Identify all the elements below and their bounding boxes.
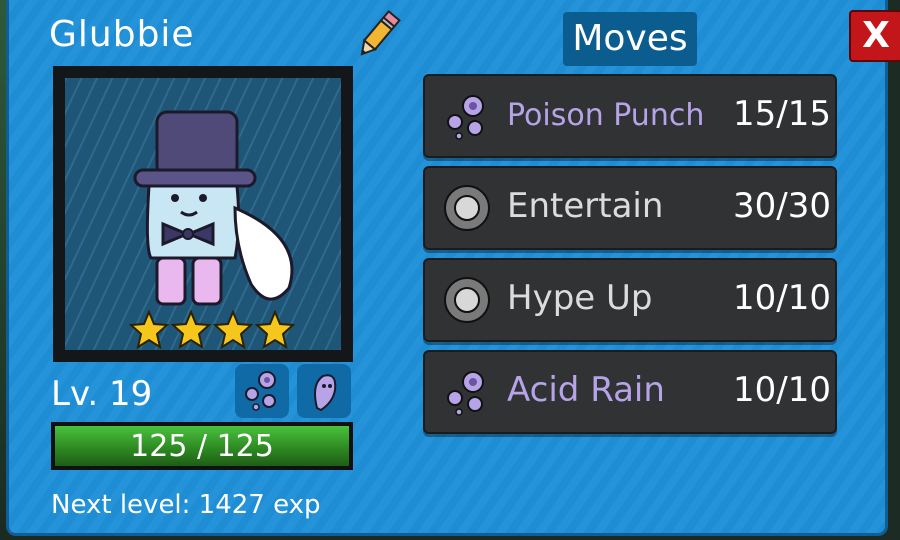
move-pp: 10/10 [733, 278, 831, 318]
star-icon [171, 310, 211, 350]
move-name: Hype Up [507, 278, 653, 318]
poison-type-badge[interactable] [235, 364, 289, 418]
move-name: Poison Punch [507, 98, 705, 133]
rename-pencil-icon[interactable] [351, 8, 405, 62]
move-slot-poison-punch[interactable]: Poison Punch 15/15 [423, 74, 837, 158]
level-label: Lv. 19 [51, 374, 153, 414]
move-pp: 15/15 [733, 94, 831, 134]
monster-portrait [53, 66, 353, 362]
normal-type-icon [444, 185, 490, 231]
ghost-type-badge[interactable] [297, 364, 351, 418]
monster-name: Glubbie [49, 14, 195, 55]
star-icon [129, 310, 169, 350]
move-slot-entertain[interactable]: Entertain 30/30 [423, 166, 837, 250]
star-rating [129, 310, 295, 350]
move-name: Acid Rain [507, 370, 665, 410]
monster-panel: Glubbie Lv. 19 125 / 125 Next level: 142… [6, 0, 900, 536]
hp-bar: 125 / 125 [51, 422, 353, 470]
move-slot-acid-rain[interactable]: Acid Rain 10/10 [423, 350, 837, 434]
ghost-type-icon [314, 374, 337, 412]
moves-title: Moves [563, 12, 697, 66]
poison-type-icon [245, 371, 276, 411]
star-icon [213, 310, 253, 350]
next-level-text: Next level: 1427 exp [51, 490, 321, 520]
poison-type-icon [447, 371, 484, 416]
normal-type-icon [444, 277, 490, 323]
hp-text: 125 / 125 [130, 429, 274, 464]
close-button[interactable]: X [849, 10, 900, 62]
star-icon [255, 310, 295, 350]
move-pp: 10/10 [733, 370, 831, 410]
move-name: Entertain [507, 186, 664, 226]
poison-type-icon [447, 95, 484, 140]
move-pp: 30/30 [733, 186, 831, 226]
move-slot-hype-up[interactable]: Hype Up 10/10 [423, 258, 837, 342]
hp-bar-fill: 125 / 125 [55, 426, 349, 466]
